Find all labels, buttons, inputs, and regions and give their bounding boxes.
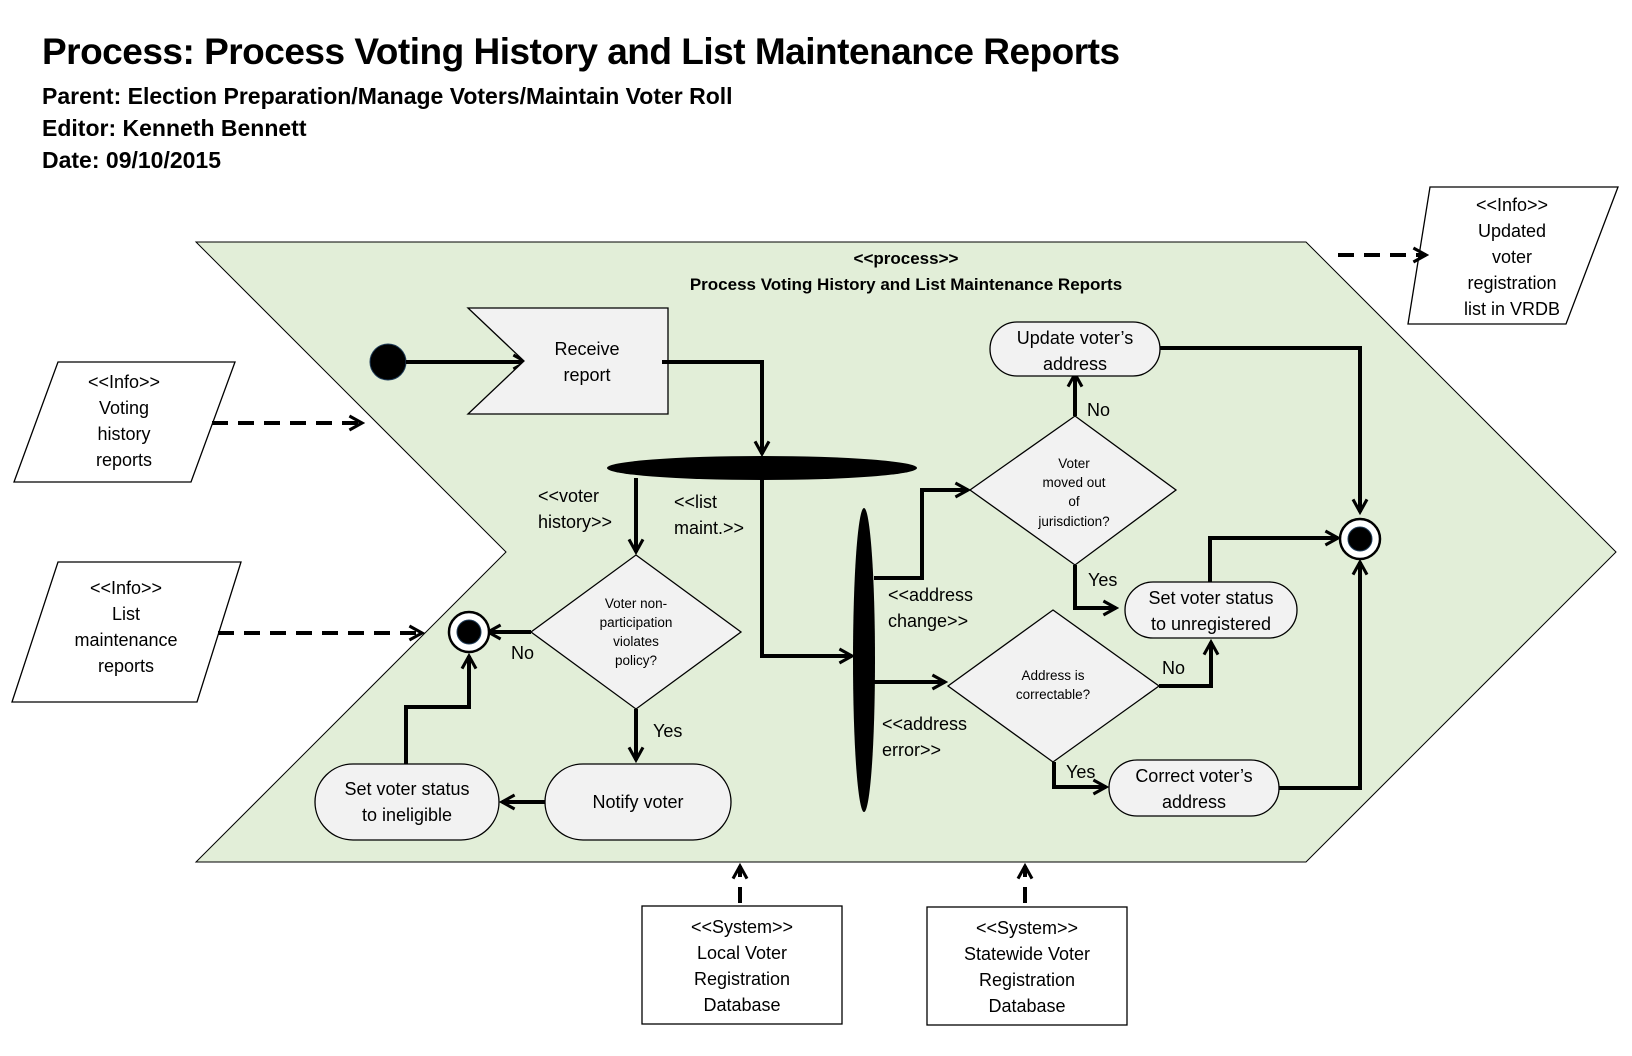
node-label: to ineligible [362, 805, 452, 825]
info-line: Voting [99, 398, 149, 418]
guard-label: history>> [538, 512, 612, 532]
guard-label: <<address [888, 585, 973, 605]
system-stereotype: <<System>> [691, 917, 793, 937]
node-label: policy? [615, 653, 657, 668]
info-stereotype: <<Info>> [1476, 195, 1548, 215]
node-label: address [1043, 354, 1107, 374]
system-stereotype: <<System>> [976, 918, 1078, 938]
node-label: participation [600, 615, 673, 630]
system-local-voter-registration-database[interactable]: <<System>> Local Voter Registration Data… [641, 905, 843, 1025]
guard-label: No [1162, 658, 1185, 678]
node-label: moved out [1042, 475, 1105, 490]
action-shape [314, 763, 500, 841]
guard-label: No [511, 643, 534, 663]
system-statewide-voter-registration-database[interactable]: <<System>> Statewide Voter Registration … [926, 906, 1128, 1026]
node-label: violates [613, 634, 659, 649]
fork-bar-vertical [853, 508, 875, 812]
node-label: to unregistered [1151, 614, 1271, 634]
node-label: Set voter status [1148, 588, 1273, 608]
info-line: registration [1467, 273, 1556, 293]
system-line: Statewide Voter [964, 944, 1090, 964]
guard-label: <<list [674, 492, 717, 512]
node-label: Update voter’s [1017, 328, 1133, 348]
guard-label: <<address [882, 714, 967, 734]
action-correct-voter-address[interactable]: Correct voter’s address [1108, 759, 1280, 817]
node-label: Correct voter’s [1135, 766, 1252, 786]
node-label: address [1162, 792, 1226, 812]
info-line: voter [1492, 247, 1532, 267]
guard-label: change>> [888, 611, 968, 631]
guard-label: No [1087, 400, 1110, 420]
info-list-maintenance-reports[interactable]: <<Info>> List maintenance reports [11, 561, 242, 703]
process-stereotype: <<process>> [854, 249, 959, 268]
guard-label: error>> [882, 740, 941, 760]
process-diagram: <<process>> Process Voting History and L… [11, 186, 1619, 1026]
info-stereotype: <<Info>> [88, 372, 160, 392]
system-line: Database [703, 995, 780, 1015]
guard-label: Yes [653, 721, 682, 741]
guard-label: maint.>> [674, 518, 744, 538]
guard-label: <<voter [538, 486, 599, 506]
info-line: maintenance [74, 630, 177, 650]
node-label: correctable? [1016, 687, 1090, 702]
system-line: Local Voter [697, 943, 787, 963]
node-label: report [563, 365, 610, 385]
initial-node [369, 343, 407, 381]
final-node-left [447, 610, 491, 654]
info-voting-history-reports[interactable]: <<Info>> Voting history reports [13, 361, 236, 483]
info-line: history [97, 424, 150, 444]
guard-label: Yes [1088, 570, 1117, 590]
info-updated-voter-registration-list[interactable]: <<Info>> Updated voter registration list… [1407, 186, 1619, 325]
action-set-unregistered[interactable]: Set voter status to unregistered [1124, 581, 1298, 639]
node-label: Set voter status [344, 779, 469, 799]
info-line: Updated [1478, 221, 1546, 241]
node-label: Address is [1021, 668, 1084, 683]
system-line: Registration [979, 970, 1075, 990]
guard-label: Yes [1066, 762, 1095, 782]
process-name: Process Voting History and List Maintena… [690, 275, 1122, 294]
info-line: list in VRDB [1464, 299, 1560, 319]
info-stereotype: <<Info>> [90, 578, 162, 598]
node-label: Voter [1058, 456, 1090, 471]
node-label: of [1068, 494, 1080, 509]
action-set-ineligible[interactable]: Set voter status to ineligible [314, 763, 500, 841]
action-notify-voter[interactable]: Notify voter [544, 763, 732, 841]
node-label: jurisdiction? [1037, 514, 1109, 529]
system-line: Database [988, 996, 1065, 1016]
info-line: reports [96, 450, 152, 470]
node-label: Voter non- [605, 596, 667, 611]
node-label: Receive [554, 339, 619, 359]
system-line: Registration [694, 969, 790, 989]
action-update-voter-address[interactable]: Update voter’s address [989, 321, 1161, 377]
final-node-right [1338, 517, 1382, 561]
info-line: List [112, 604, 140, 624]
info-line: reports [98, 656, 154, 676]
fork-bar [607, 456, 917, 480]
node-label: Notify voter [592, 792, 683, 812]
